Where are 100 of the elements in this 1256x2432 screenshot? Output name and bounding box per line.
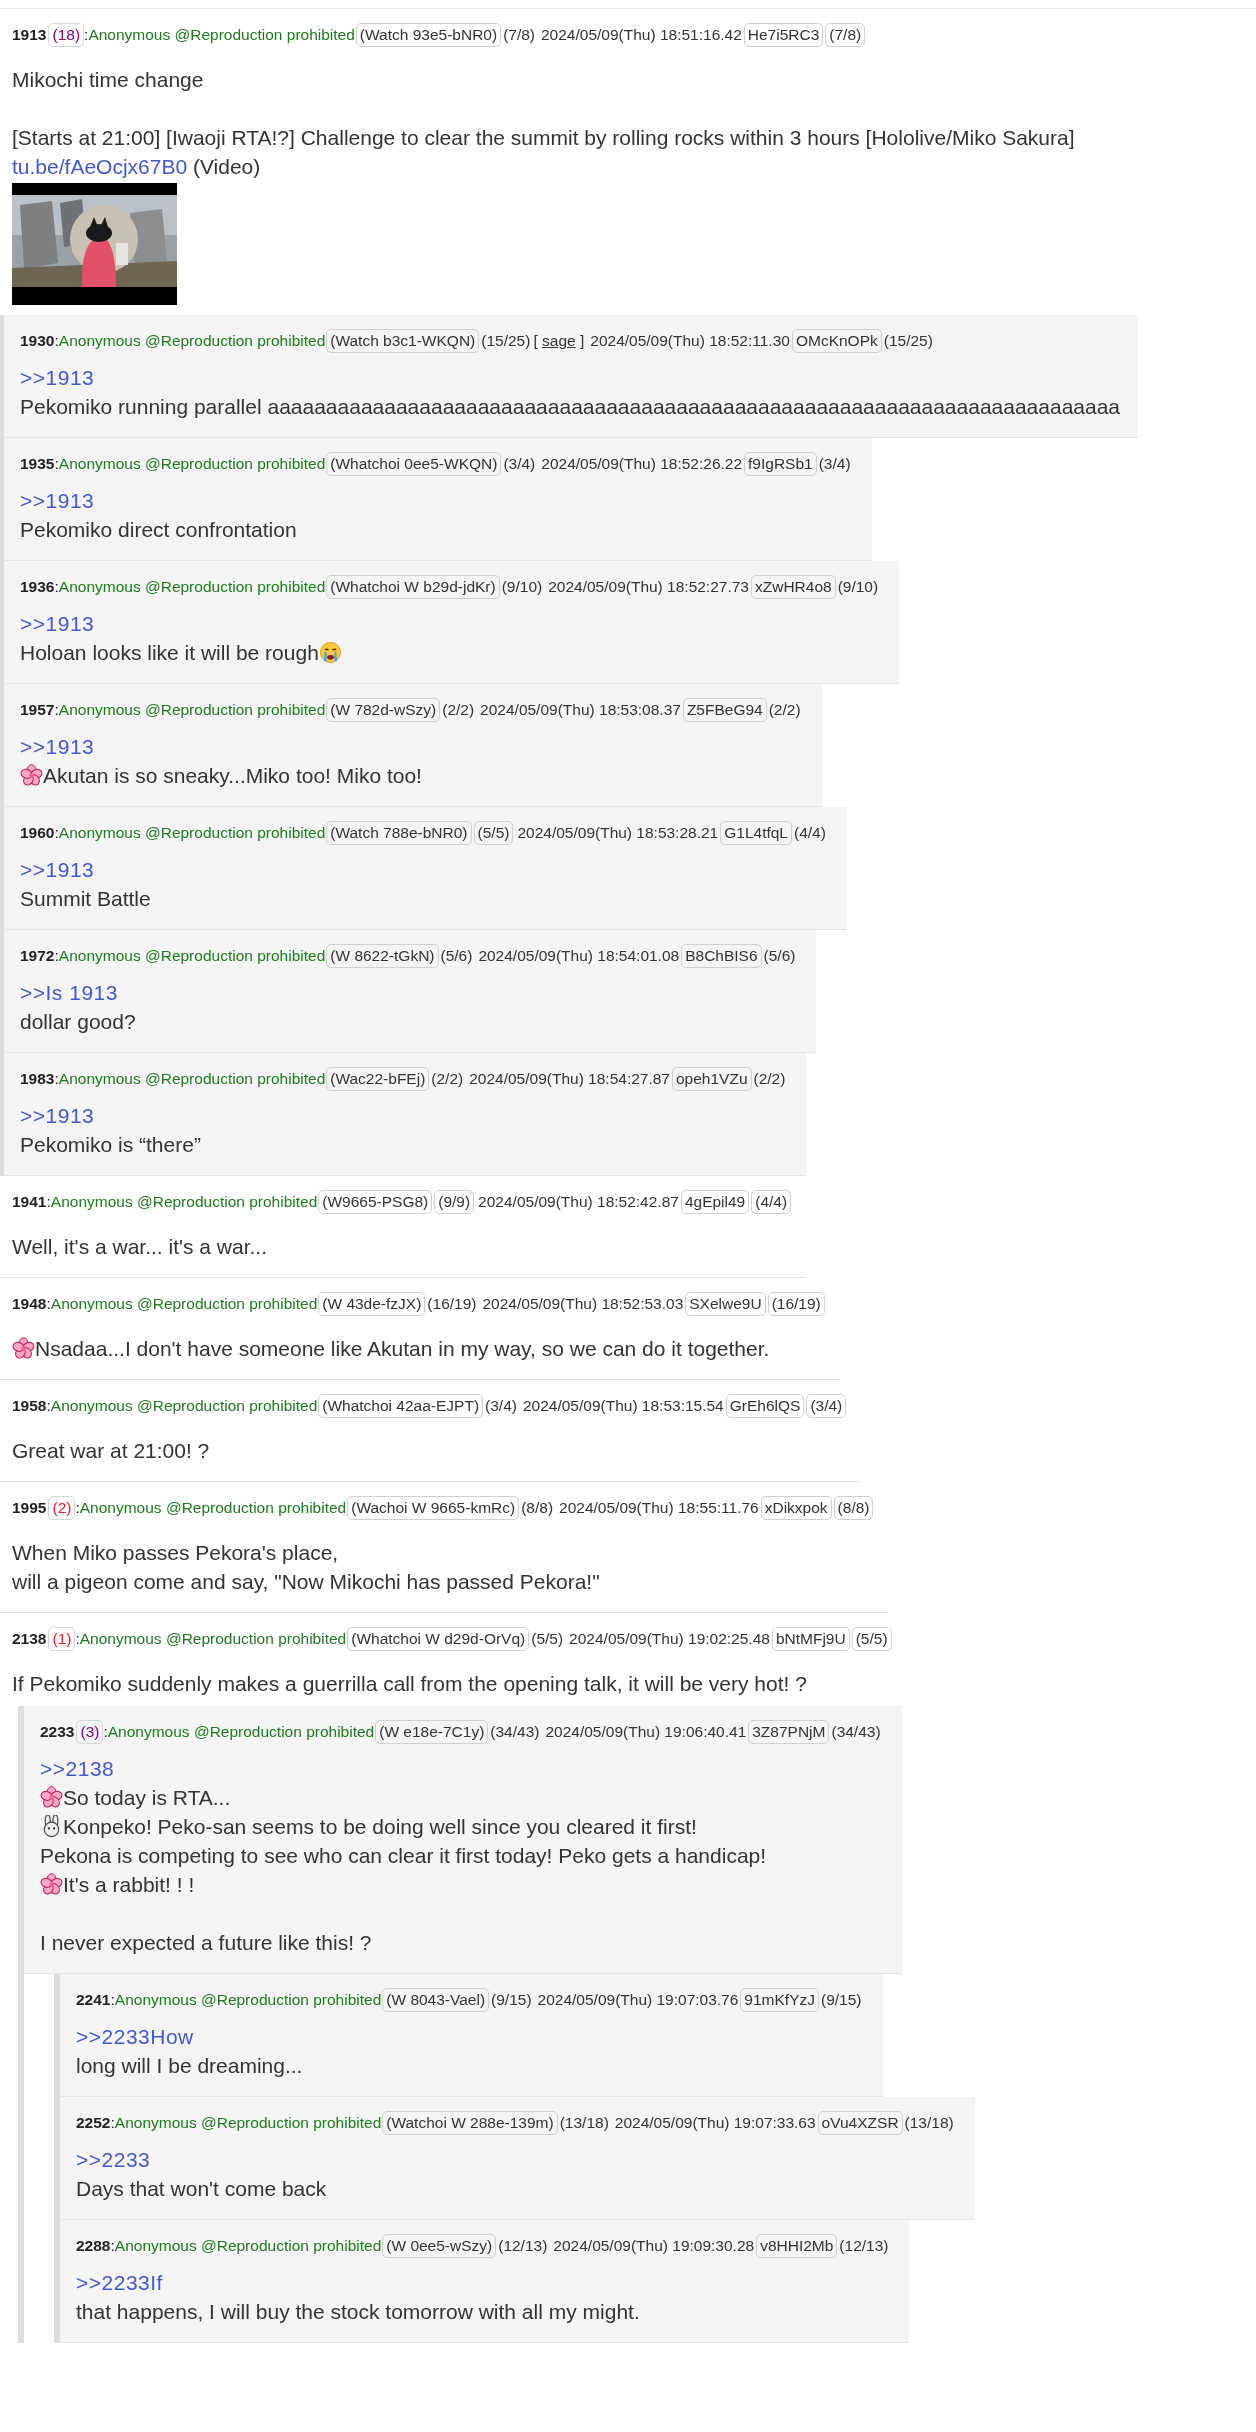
poster-id[interactable]: (Wac22-bFEj) <box>326 1067 430 1091</box>
post-number[interactable]: 1972 <box>20 945 55 967</box>
post-number[interactable]: 1930 <box>20 330 55 352</box>
hash-post-count: (7/8) <box>825 23 866 47</box>
post-hash[interactable]: opeh1VZu <box>672 1067 752 1091</box>
poster-id[interactable]: (W 8622-tGkN) <box>326 944 439 968</box>
post-number[interactable]: 1957 <box>20 699 55 721</box>
reply-count[interactable]: (1) <box>48 1627 76 1651</box>
reply-anchor-link[interactable]: >>2138 <box>40 1754 115 1783</box>
post-datetime: 2024/05/09(Thu) 18:52:26.22 <box>541 454 743 474</box>
post-number[interactable]: 1935 <box>20 453 55 475</box>
poster-id[interactable]: (Watch b3c1-WKQN) <box>326 329 480 353</box>
id-post-count: (7/8) <box>502 25 536 45</box>
post-datetime: 2024/05/09(Thu) 19:07:03.76 <box>537 1990 739 2010</box>
colon: : <box>54 1069 59 1089</box>
post-number[interactable]: 1960 <box>20 822 55 844</box>
post-number[interactable]: 1936 <box>20 576 55 598</box>
poster-id[interactable]: (W e18e-7C1y) <box>375 1720 489 1744</box>
post-number[interactable]: 2288 <box>76 2235 111 2257</box>
crying-face-icon <box>318 641 342 664</box>
post-hash[interactable]: f9IgRSb1 <box>744 452 817 476</box>
reply-anchor-link[interactable]: >>1913 <box>20 732 95 761</box>
post-hash[interactable]: xDikxpok <box>760 1496 832 1520</box>
post-hash[interactable]: GrEh6lQS <box>725 1394 805 1418</box>
post-number[interactable]: 2233 <box>40 1721 75 1743</box>
poster-id[interactable]: (Whatchoi 0ee5-WKQN) <box>326 452 502 476</box>
poster-name: Anonymous @Reproduction prohibited <box>58 577 326 597</box>
reply-count[interactable]: (18) <box>48 23 85 47</box>
post-number[interactable]: 1983 <box>20 1068 55 1090</box>
post-text: It's a rabbit! ! ! <box>63 1872 195 1898</box>
reply-anchor-link[interactable]: >>2233 <box>76 2145 151 2174</box>
poster-id[interactable]: (Whatchoi 42aa-EJPT) <box>318 1394 484 1418</box>
colon: : <box>54 823 59 843</box>
reply-count[interactable]: (3) <box>76 1720 104 1744</box>
reply-anchor-link[interactable]: >>1913 <box>20 855 95 884</box>
poster-id[interactable]: (Wachoi W 9665-kmRc) <box>347 1496 520 1520</box>
flower-icon <box>40 1873 63 1896</box>
reply-anchor-link[interactable]: >>1913 <box>20 486 95 515</box>
reply-anchor-link[interactable]: >>2233How <box>76 2022 194 2051</box>
hash-post-count: (34/43) <box>830 1722 882 1742</box>
reply-anchor-link[interactable]: >>Is 1913 <box>20 978 118 1007</box>
post-hash[interactable]: He7i5RC3 <box>743 23 824 47</box>
post-number[interactable]: 2138 <box>12 1628 47 1650</box>
post-number[interactable]: 1958 <box>12 1395 47 1417</box>
reply-count[interactable]: (2) <box>48 1496 76 1520</box>
post-number[interactable]: 2252 <box>76 2112 111 2134</box>
post-hash[interactable]: 91mKfYzJ <box>740 1988 819 2012</box>
id-post-count: (2/2) <box>441 700 476 720</box>
post-number[interactable]: 1995 <box>12 1497 47 1519</box>
poster-id[interactable]: (W 0ee5-wSzy) <box>382 2234 497 2258</box>
hash-post-count: (9/10) <box>836 577 880 597</box>
hash-post-count: (5/6) <box>762 946 797 966</box>
reply-anchor-link[interactable]: >>1913 <box>20 1101 95 1130</box>
reply-anchor-link[interactable]: >>1913 <box>20 363 95 392</box>
poster-id[interactable]: (Whatchoi W d29d-OrVq) <box>347 1627 530 1651</box>
post-datetime: 2024/05/09(Thu) 19:09:30.28 <box>553 2236 755 2256</box>
colon: : <box>84 25 89 45</box>
post-hash[interactable]: Z5FBeG94 <box>682 698 767 722</box>
post-hash[interactable]: B8ChBIS6 <box>681 944 762 968</box>
flower-icon <box>40 1786 63 1809</box>
poster-name: Anonymous @Reproduction prohibited <box>58 946 326 966</box>
post-hash[interactable]: 3Z87PNjM <box>748 1720 830 1744</box>
poster-id[interactable]: (W 8043-Vael) <box>382 1988 490 2012</box>
hash-post-count: (4/4) <box>793 823 827 843</box>
post-hash[interactable]: SXelwe9U <box>685 1292 766 1316</box>
post-text: Days that won't come back <box>76 2176 327 2202</box>
colon: : <box>54 331 59 351</box>
post-hash[interactable]: OMcKnOPk <box>791 329 882 353</box>
colon: : <box>75 1498 80 1518</box>
id-post-count: (16/19) <box>426 1294 478 1314</box>
poster-id[interactable]: (W 43de-fzJX) <box>318 1292 426 1316</box>
poster-id[interactable]: (Watch 788e-bNR0) <box>326 821 472 845</box>
post-number[interactable]: 2241 <box>76 1989 111 2011</box>
id-post-count: (5/5) <box>473 821 514 845</box>
poster-id[interactable]: (Whatchoi W b29d-jdKr) <box>326 575 500 599</box>
video-link[interactable]: tu.be/fAeOcjx67B0 <box>12 152 188 181</box>
poster-id[interactable]: (W 782d-wSzy) <box>326 698 441 722</box>
post-hash[interactable]: oVu4XZSR <box>817 2111 903 2135</box>
reply-anchor-link[interactable]: >>2233If <box>76 2268 163 2297</box>
poster-id[interactable]: (Watchoi W 288e-139m) <box>382 2111 558 2135</box>
post-hash[interactable]: G1L4tfqL <box>720 821 792 845</box>
colon: : <box>110 2113 115 2133</box>
post-number[interactable]: 1941 <box>12 1191 47 1213</box>
post-datetime: 2024/05/09(Thu) 18:52:42.87 <box>478 1192 679 1212</box>
colon: : <box>103 1722 108 1742</box>
poster-id[interactable]: (Watch 93e5-bNR0) <box>355 23 502 47</box>
post-datetime: 2024/05/09(Thu) 18:51:16.42 <box>541 25 742 45</box>
reply-anchor-link[interactable]: >>1913 <box>20 609 95 638</box>
post-hash[interactable]: 4gEpil49 <box>680 1190 750 1214</box>
post-datetime: 2024/05/09(Thu) 18:52:11.30 <box>590 331 790 351</box>
link-suffix: (Video) <box>191 154 261 180</box>
post-text: When Miko passes Pekora's place, <box>12 1540 339 1566</box>
hash-post-count: (3/4) <box>806 1394 847 1418</box>
post-number[interactable]: 1913 <box>12 24 47 46</box>
post-hash[interactable]: xZwHR4o8 <box>750 575 836 599</box>
poster-id[interactable]: (W9665-PSG8) <box>318 1190 433 1214</box>
post-hash[interactable]: bNtMFj9U <box>771 1627 850 1651</box>
post-datetime: 2024/05/09(Thu) 18:53:15.54 <box>522 1396 724 1416</box>
post-hash[interactable]: v8HHI2Mb <box>756 2234 838 2258</box>
post-number[interactable]: 1948 <box>12 1293 47 1315</box>
